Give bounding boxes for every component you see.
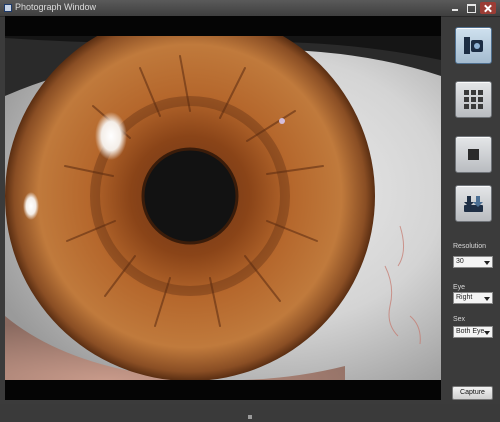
title-bar[interactable]: Photograph Window [0,0,500,17]
stop-button[interactable] [455,136,492,173]
minimize-button[interactable] [448,2,462,14]
eye-value: Right [456,294,473,301]
grid-icon [464,90,483,109]
sex-select[interactable]: Both Eye [453,326,493,338]
status-strip [0,404,500,422]
close-button[interactable] [480,2,496,14]
resolution-select[interactable]: 30 [453,256,493,268]
camera-icon [464,37,483,54]
stop-icon [468,149,479,160]
sex-value: Both Eye [456,328,485,335]
transfer-icon [464,196,483,212]
primary-action-button[interactable]: Capture [452,386,493,400]
maximize-button[interactable] [464,2,478,14]
app-icon [4,4,12,12]
sex-label: Sex [453,316,466,323]
camera-preview [5,16,441,400]
resolution-value: 30 [456,258,464,265]
transfer-button[interactable] [455,185,492,222]
window-title: Photograph Window [15,2,97,12]
grid-button[interactable] [455,81,492,118]
eye-select[interactable]: Right [453,292,493,304]
app-window: Photograph Window Resolution 30 Eye Righ… [0,0,500,422]
eye-label: Eye [453,284,466,291]
chevron-down-icon [484,331,490,335]
resolution-label: Resolution [453,243,487,250]
resize-grip[interactable] [248,415,252,419]
capture-button[interactable] [455,27,492,64]
eye-image [5,16,441,400]
chevron-down-icon [484,261,490,265]
chevron-down-icon [484,297,490,301]
